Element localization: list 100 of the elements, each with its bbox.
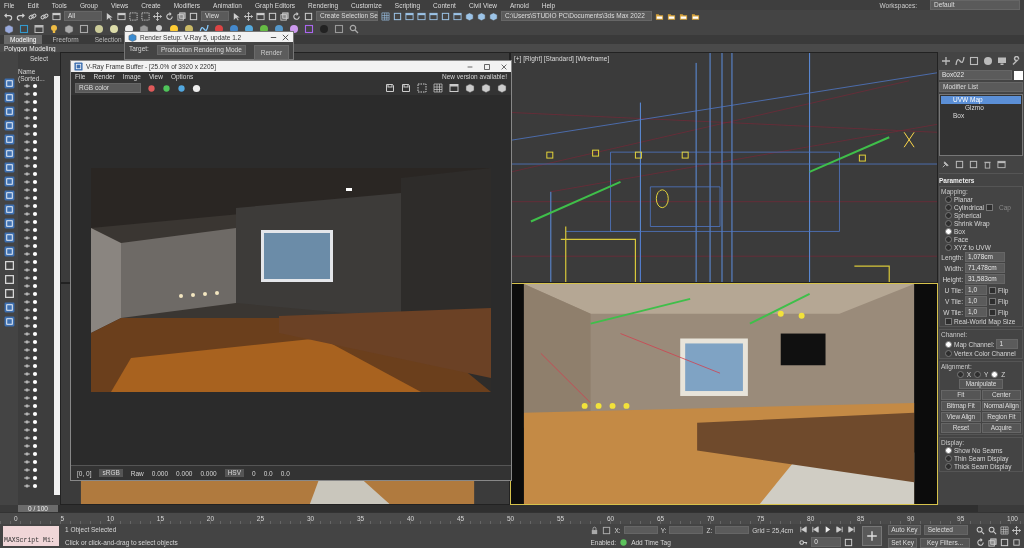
maximize-icon[interactable] bbox=[483, 62, 491, 71]
eye-icon[interactable] bbox=[24, 219, 30, 225]
eye-icon[interactable] bbox=[24, 155, 30, 161]
magnifier-icon[interactable] bbox=[349, 23, 359, 34]
dot-icon[interactable] bbox=[32, 467, 38, 473]
filter-icon[interactable] bbox=[3, 176, 15, 187]
chain-icon[interactable] bbox=[40, 11, 49, 21]
eye-icon[interactable] bbox=[24, 291, 30, 297]
skip-forward-icon[interactable] bbox=[847, 525, 857, 534]
dot-icon[interactable] bbox=[32, 323, 38, 329]
filter-icon[interactable] bbox=[3, 316, 15, 327]
folder-icon[interactable] bbox=[654, 11, 664, 21]
eye-icon[interactable] bbox=[24, 227, 30, 233]
dot-icon[interactable] bbox=[32, 275, 38, 281]
move-icon[interactable] bbox=[153, 11, 162, 21]
close-icon[interactable] bbox=[500, 62, 508, 71]
trash-icon[interactable] bbox=[983, 160, 992, 169]
dot-icon[interactable] bbox=[147, 83, 156, 93]
filter-icon[interactable] bbox=[3, 232, 15, 243]
folder-icon[interactable] bbox=[666, 11, 676, 21]
grid-icon[interactable] bbox=[1000, 525, 1009, 535]
dot-icon[interactable] bbox=[32, 211, 38, 217]
eye-icon[interactable] bbox=[24, 275, 30, 281]
radio-button[interactable] bbox=[974, 371, 981, 378]
eye-icon[interactable] bbox=[24, 347, 30, 353]
move-icon[interactable] bbox=[1012, 525, 1021, 535]
sphere-icon[interactable] bbox=[109, 23, 119, 34]
filter-icon[interactable] bbox=[3, 78, 15, 89]
eye-icon[interactable] bbox=[24, 235, 30, 241]
eye-icon[interactable] bbox=[24, 259, 30, 265]
dot-icon[interactable] bbox=[32, 251, 38, 257]
eye-icon[interactable] bbox=[24, 163, 30, 169]
window-icon[interactable] bbox=[997, 160, 1006, 169]
dot-icon[interactable] bbox=[32, 139, 38, 145]
radio-button[interactable] bbox=[945, 220, 952, 227]
light-bulb-icon[interactable] bbox=[49, 23, 59, 34]
eye-icon[interactable] bbox=[24, 323, 30, 329]
eye-icon[interactable] bbox=[24, 91, 30, 97]
checkbox[interactable] bbox=[989, 286, 996, 294]
eye-icon[interactable] bbox=[24, 195, 30, 201]
eye-icon[interactable] bbox=[24, 243, 30, 249]
dot-icon[interactable] bbox=[32, 443, 38, 449]
dot-icon[interactable] bbox=[32, 411, 38, 417]
skip-back-icon[interactable] bbox=[799, 525, 809, 534]
eye-icon[interactable] bbox=[24, 315, 30, 321]
pin-icon[interactable] bbox=[941, 160, 950, 169]
eye-icon[interactable] bbox=[24, 147, 30, 153]
filter-icon[interactable] bbox=[3, 204, 15, 215]
monitor-icon[interactable] bbox=[997, 56, 1007, 66]
scale-icon[interactable] bbox=[280, 11, 289, 21]
dot-icon[interactable] bbox=[32, 291, 38, 297]
sphere-icon[interactable] bbox=[192, 83, 201, 93]
eye-icon[interactable] bbox=[24, 283, 30, 289]
filter-icon[interactable] bbox=[3, 134, 15, 145]
radio-button[interactable] bbox=[945, 455, 952, 462]
radio-button[interactable] bbox=[945, 340, 952, 348]
cube-icon[interactable] bbox=[4, 23, 14, 34]
radio-button[interactable] bbox=[945, 447, 952, 454]
eye-icon[interactable] bbox=[24, 363, 30, 369]
filter-icon[interactable] bbox=[3, 302, 15, 313]
dot-icon[interactable] bbox=[32, 91, 38, 97]
dot-icon[interactable] bbox=[32, 347, 38, 353]
curve-icon[interactable] bbox=[955, 56, 965, 66]
dot-icon[interactable] bbox=[32, 363, 38, 369]
dot-icon[interactable] bbox=[32, 339, 38, 345]
eye-icon[interactable] bbox=[24, 171, 30, 177]
square-icon[interactable] bbox=[304, 23, 314, 34]
square-icon[interactable] bbox=[955, 160, 964, 169]
eye-icon[interactable] bbox=[24, 139, 30, 145]
lock-icon[interactable] bbox=[590, 525, 600, 535]
radio-button[interactable] bbox=[945, 350, 952, 357]
dot-icon[interactable] bbox=[32, 99, 38, 105]
dot-icon[interactable] bbox=[32, 483, 38, 489]
dot-icon[interactable] bbox=[32, 243, 38, 249]
grid-icon[interactable] bbox=[433, 83, 443, 93]
dot-icon[interactable] bbox=[32, 419, 38, 425]
eye-icon[interactable] bbox=[24, 299, 30, 305]
rotate-icon[interactable] bbox=[976, 537, 985, 547]
eye-icon[interactable] bbox=[24, 115, 30, 121]
dot-icon[interactable] bbox=[32, 331, 38, 337]
eye-icon[interactable] bbox=[24, 187, 30, 193]
window-icon[interactable] bbox=[453, 11, 462, 21]
eye-icon[interactable] bbox=[24, 355, 30, 361]
dot-icon[interactable] bbox=[32, 451, 38, 457]
dot-icon[interactable] bbox=[32, 203, 38, 209]
chain-icon[interactable] bbox=[28, 11, 37, 21]
radio-button[interactable] bbox=[945, 463, 952, 470]
square-icon[interactable] bbox=[969, 160, 978, 169]
dot-icon[interactable] bbox=[32, 131, 38, 137]
eye-icon[interactable] bbox=[24, 427, 30, 433]
dot-icon[interactable] bbox=[32, 179, 38, 185]
coordinate-field[interactable] bbox=[715, 526, 750, 534]
eye-icon[interactable] bbox=[24, 443, 30, 449]
window-icon[interactable] bbox=[117, 11, 126, 21]
square-icon[interactable] bbox=[1000, 537, 1009, 547]
save-icon[interactable] bbox=[401, 83, 411, 93]
skip-forward-icon[interactable] bbox=[835, 525, 845, 534]
dot-icon[interactable] bbox=[32, 403, 38, 409]
dot-icon[interactable] bbox=[32, 259, 38, 265]
square-icon[interactable] bbox=[19, 23, 29, 34]
